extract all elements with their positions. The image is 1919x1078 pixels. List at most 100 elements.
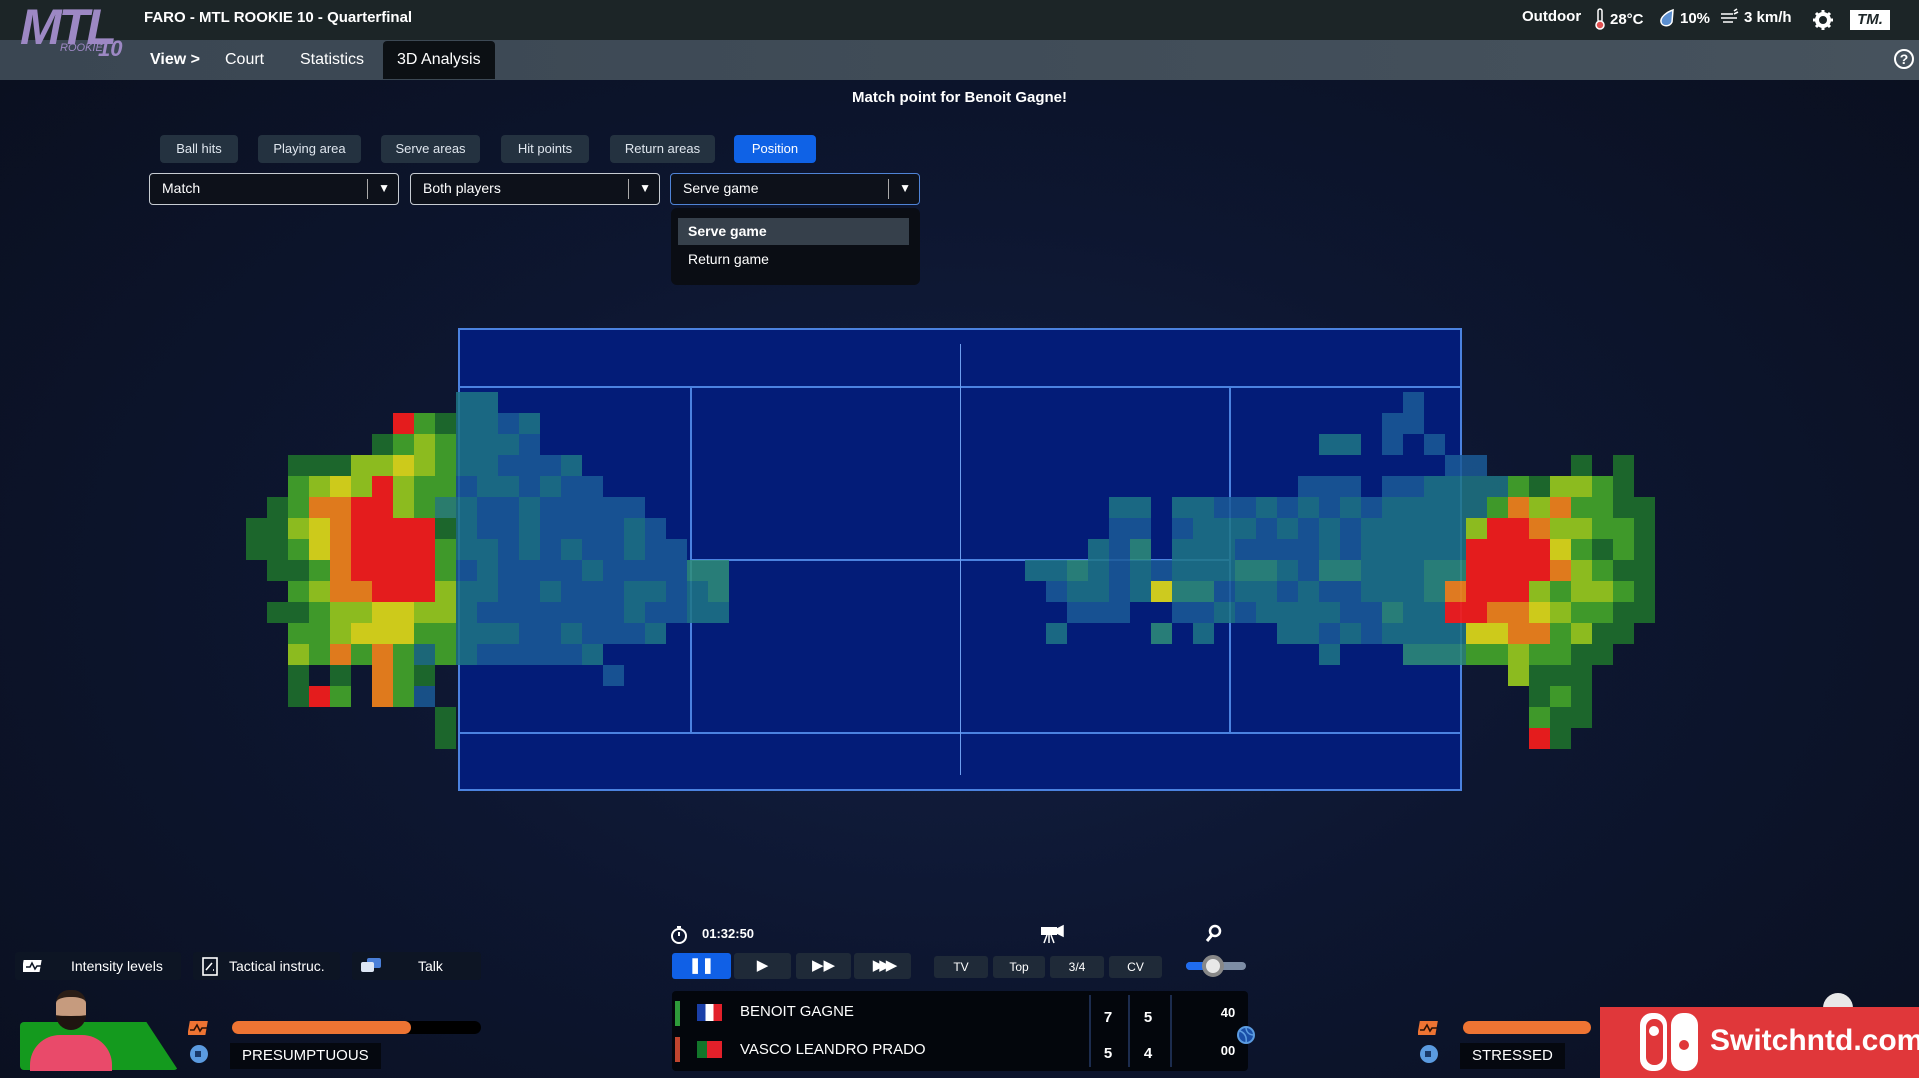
tab-hit-points[interactable]: Hit points bbox=[501, 135, 589, 163]
camera-tv-button[interactable]: TV bbox=[934, 956, 988, 978]
heatmap-cell-left bbox=[540, 581, 561, 602]
player-1-name: BENOIT GAGNE bbox=[740, 1003, 854, 1020]
heatmap-cell-left bbox=[393, 455, 414, 476]
nav-court[interactable]: Court bbox=[211, 40, 278, 80]
heatmap-cell-left bbox=[435, 560, 456, 581]
player-2-points: 00 bbox=[1220, 1043, 1236, 1058]
heatmap-cell-left bbox=[288, 623, 309, 644]
heatmap-cell-left bbox=[498, 455, 519, 476]
intensity-levels-button[interactable]: Intensity levels bbox=[15, 952, 181, 980]
period-dropdown[interactable]: Match ▼ bbox=[149, 173, 399, 205]
game-type-dropdown[interactable]: Serve game ▼ bbox=[670, 173, 920, 205]
tab-ball-hits[interactable]: Ball hits bbox=[160, 135, 238, 163]
heatmap-cell-right bbox=[1592, 518, 1613, 539]
heatmap-cell-right bbox=[1109, 602, 1130, 623]
faster-forward-button[interactable]: ▶▶▶ bbox=[854, 953, 911, 979]
heatmap-cell-right bbox=[1508, 623, 1529, 644]
heatmap-cell-left bbox=[624, 539, 645, 560]
avatar[interactable] bbox=[56, 990, 86, 1030]
gear-icon[interactable] bbox=[1812, 9, 1834, 31]
heatmap-cell-right bbox=[1172, 518, 1193, 539]
heatmap-cell-right bbox=[1571, 455, 1592, 476]
heatmap-cell-right bbox=[1382, 434, 1403, 455]
heatmap-cell-left bbox=[582, 497, 603, 518]
talk-button[interactable]: Talk bbox=[352, 952, 481, 980]
humidity-value: 10% bbox=[1680, 9, 1711, 27]
tab-serve-areas[interactable]: Serve areas bbox=[381, 135, 480, 163]
heatmap-cell-right bbox=[1193, 581, 1214, 602]
heatmap-cell-right bbox=[1319, 581, 1340, 602]
heatmap-cell-right bbox=[1571, 623, 1592, 644]
heatmap-cell-right bbox=[1550, 623, 1571, 644]
portugal-flag-icon bbox=[697, 1041, 722, 1058]
heatmap-cell-right bbox=[1256, 581, 1277, 602]
heatmap-cell-right bbox=[1172, 560, 1193, 581]
right-energy-fill bbox=[1463, 1021, 1591, 1034]
temperature-value: 28°C bbox=[1610, 10, 1644, 28]
nav-view[interactable]: View > bbox=[136, 40, 214, 80]
tab-position[interactable]: Position bbox=[734, 135, 816, 163]
heatmap-cell-left bbox=[498, 476, 519, 497]
heatmap-cell-right bbox=[1487, 581, 1508, 602]
heatmap-cell-left bbox=[666, 539, 687, 560]
camera-top-button[interactable]: Top bbox=[993, 956, 1045, 978]
heatmap-cell-left bbox=[603, 518, 624, 539]
heatmap-cell-left bbox=[330, 581, 351, 602]
heatmap-cell-left bbox=[645, 581, 666, 602]
heatmap-cell-left bbox=[435, 728, 456, 749]
menu-item-serve-game[interactable]: Serve game bbox=[678, 218, 909, 245]
heatmap-cell-right bbox=[1361, 518, 1382, 539]
heatmap-cell-right bbox=[1340, 560, 1361, 581]
heatmap-cell-left bbox=[435, 707, 456, 728]
players-dropdown[interactable]: Both players ▼ bbox=[410, 173, 660, 205]
left-energy-bar bbox=[232, 1021, 481, 1034]
heatmap-cell-right bbox=[1529, 665, 1550, 686]
nav-statistics[interactable]: Statistics bbox=[286, 40, 378, 80]
heatmap-cell-left bbox=[309, 455, 330, 476]
camera-three-quarter-button[interactable]: 3/4 bbox=[1050, 956, 1104, 978]
heatmap-cell-left bbox=[456, 581, 477, 602]
camera-cv-button[interactable]: CV bbox=[1109, 956, 1162, 978]
tactical-instructions-button[interactable]: Tactical instruc. bbox=[193, 952, 340, 980]
zoom-slider[interactable] bbox=[1186, 955, 1246, 977]
heatmap-cell-left bbox=[645, 518, 666, 539]
heatmap-cell-right bbox=[1487, 602, 1508, 623]
pause-button[interactable]: ❚❚ bbox=[672, 953, 731, 979]
zoom-slider-handle[interactable] bbox=[1202, 955, 1224, 977]
heatmap-cell-right bbox=[1550, 707, 1571, 728]
tab-return-areas[interactable]: Return areas bbox=[610, 135, 715, 163]
heatmap-cell-left bbox=[561, 623, 582, 644]
player-2-name: VASCO LEANDRO PRADO bbox=[740, 1041, 926, 1058]
heatmap-cell-left bbox=[624, 497, 645, 518]
heatmap-cell-left bbox=[372, 455, 393, 476]
tab-playing-area[interactable]: Playing area bbox=[258, 135, 361, 163]
heatmap-cell-left bbox=[351, 497, 372, 518]
player-1-color bbox=[675, 1001, 680, 1026]
heatmap-cell-left bbox=[456, 602, 477, 623]
heatmap-cell-left bbox=[267, 518, 288, 539]
heatmap-cell-left bbox=[498, 497, 519, 518]
heatmap-cell-left bbox=[330, 455, 351, 476]
heatmap-cell-left bbox=[519, 644, 540, 665]
heatmap-cell-left bbox=[582, 602, 603, 623]
heatmap-cell-left bbox=[519, 518, 540, 539]
heatmap-cell-right bbox=[1529, 539, 1550, 560]
fast-forward-button[interactable]: ▶▶ bbox=[796, 953, 851, 979]
heatmap-cell-right bbox=[1025, 560, 1046, 581]
heatmap-cell-left bbox=[561, 518, 582, 539]
heatmap-cell-right bbox=[1319, 623, 1340, 644]
heatmap-cell-left bbox=[519, 560, 540, 581]
heatmap-cell-left bbox=[540, 455, 561, 476]
heatmap-cell-left bbox=[477, 392, 498, 413]
heatmap-cell-right bbox=[1046, 560, 1067, 581]
heatmap-cell-left bbox=[540, 560, 561, 581]
help-icon[interactable]: ? bbox=[1894, 49, 1914, 69]
nav-3d-analysis[interactable]: 3D Analysis bbox=[383, 41, 495, 79]
heatmap-cell-left bbox=[624, 581, 645, 602]
score-row-player-1: BENOIT GAGNE 7 5 40 bbox=[672, 993, 1248, 1031]
heatmap-cell-right bbox=[1634, 602, 1655, 623]
menu-item-return-game[interactable]: Return game bbox=[678, 246, 909, 273]
play-button[interactable]: ▶ bbox=[734, 953, 791, 979]
heatmap-cell-left bbox=[477, 455, 498, 476]
heatmap-cell-left bbox=[561, 602, 582, 623]
